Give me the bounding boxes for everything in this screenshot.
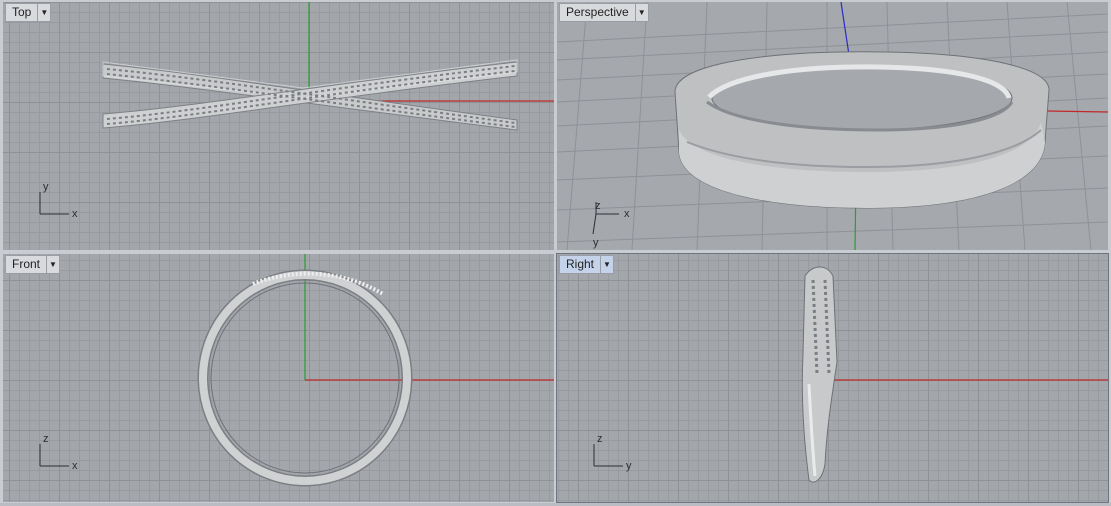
axis-label-x: x [72, 460, 78, 472]
axis-indicator-right [593, 444, 623, 467]
top-scene: y x [39, 2, 554, 220]
perspective-scene: z x y [557, 2, 1108, 250]
viewport-front[interactable]: z x Front ▼ [3, 254, 554, 502]
chevron-down-icon[interactable]: ▼ [46, 256, 59, 273]
viewport-tab-perspective[interactable]: Perspective ▼ [559, 3, 649, 22]
ring-model-top [102, 59, 518, 131]
viewport-title-perspective[interactable]: Perspective [560, 4, 635, 21]
right-scene: z y [593, 266, 1108, 483]
axis-label-x: x [624, 208, 630, 220]
axis-label-z: z [43, 433, 49, 445]
chevron-down-icon[interactable]: ▼ [37, 4, 50, 21]
viewport-top[interactable]: y x Top ▼ [3, 2, 554, 250]
viewport-title-right[interactable]: Right [560, 256, 600, 273]
viewport-tab-top[interactable]: Top ▼ [5, 3, 52, 22]
axis-label-y: y [626, 460, 632, 472]
front-scene: z x [39, 254, 554, 487]
viewport-title-front[interactable]: Front [6, 256, 46, 273]
ring-model-perspective [674, 51, 1050, 209]
chevron-down-icon[interactable]: ▼ [634, 4, 648, 21]
axis-label-z: z [595, 200, 601, 212]
axis-label-x: x [72, 208, 78, 220]
axis-indicator-front [39, 444, 69, 467]
viewport-tab-right[interactable]: Right ▼ [559, 255, 615, 274]
viewport-perspective[interactable]: z x y Perspective ▼ [557, 2, 1108, 250]
chevron-down-icon[interactable]: ▼ [600, 256, 613, 273]
viewport-right[interactable]: z y Right ▼ [556, 253, 1109, 503]
axis-label-y: y [593, 237, 599, 249]
axis-label-y: y [43, 181, 49, 193]
axis-label-z: z [597, 433, 603, 445]
viewport-title-top[interactable]: Top [6, 4, 37, 21]
viewport-tab-front[interactable]: Front ▼ [5, 255, 61, 274]
axis-indicator-top [39, 192, 69, 215]
ring-model-right [801, 266, 838, 483]
